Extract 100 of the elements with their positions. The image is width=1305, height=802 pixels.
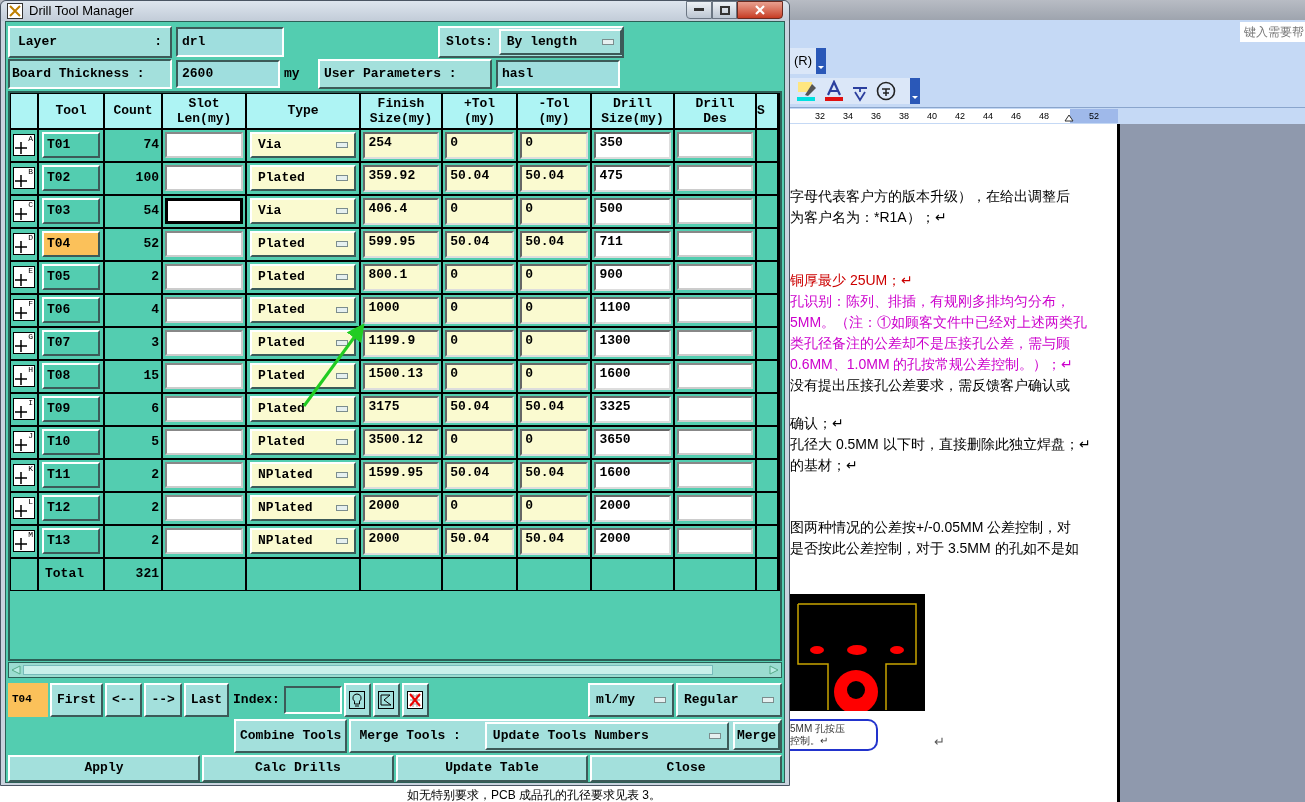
plus-tolerance-field[interactable]: 50.04: [445, 527, 514, 555]
plus-tolerance-field[interactable]: 0: [445, 494, 514, 522]
expand-button[interactable]: D: [13, 233, 35, 255]
tool-button[interactable]: T08: [42, 363, 100, 389]
navigation-button[interactable]: <--: [105, 682, 143, 717]
plus-tolerance-field[interactable]: 0: [445, 197, 514, 225]
minus-tolerance-field[interactable]: 50.04: [520, 230, 588, 258]
plus-tolerance-field[interactable]: 0: [445, 329, 514, 357]
type-dropdown[interactable]: Via: [250, 132, 356, 158]
finish-size-field[interactable]: 2000: [363, 494, 439, 522]
user-parameters-button[interactable]: User Parameters :: [318, 58, 492, 89]
tool-button[interactable]: T05: [42, 264, 100, 290]
plus-tolerance-field[interactable]: 50.04: [445, 230, 514, 258]
slot-length-field[interactable]: [165, 165, 243, 191]
expand-button[interactable]: E: [13, 266, 35, 288]
expand-button[interactable]: H: [13, 365, 35, 387]
dialog-button[interactable]: Close: [590, 754, 782, 782]
finish-size-field[interactable]: 1500.13: [363, 362, 439, 390]
tool-button[interactable]: T11: [42, 462, 100, 488]
slot-length-field[interactable]: [165, 528, 243, 554]
drill-size-field[interactable]: 2000: [594, 527, 671, 555]
type-dropdown[interactable]: Plated: [250, 165, 356, 191]
horizontal-scrollbar[interactable]: [8, 661, 782, 678]
dialog-button[interactable]: Calc Drills: [202, 754, 394, 782]
drill-size-field[interactable]: 1100: [594, 296, 671, 324]
dialog-button[interactable]: Update Table: [396, 754, 588, 782]
expand-button[interactable]: G: [13, 332, 35, 354]
drill-size-field[interactable]: 3325: [594, 395, 671, 423]
plus-tolerance-field[interactable]: 50.04: [445, 164, 514, 192]
combine-tools-button[interactable]: Combine Tools: [234, 718, 348, 753]
plus-tolerance-field[interactable]: 50.04: [445, 395, 514, 423]
finish-size-field[interactable]: 359.92: [363, 164, 439, 192]
slot-length-field[interactable]: [165, 330, 243, 356]
finish-size-field[interactable]: 3500.12: [363, 428, 439, 456]
tool-button[interactable]: T07: [42, 330, 100, 356]
minus-tolerance-field[interactable]: 50.04: [520, 164, 588, 192]
plus-tolerance-field[interactable]: 0: [445, 296, 514, 324]
type-dropdown[interactable]: Plated: [250, 429, 356, 455]
maximize-button[interactable]: [712, 1, 737, 19]
slot-length-field[interactable]: [165, 462, 243, 488]
expand-button[interactable]: L: [13, 497, 35, 519]
tool-button[interactable]: T02: [42, 165, 100, 191]
finish-size-field[interactable]: 1199.9: [363, 329, 439, 357]
drill-description-field[interactable]: [677, 264, 753, 290]
slot-length-field[interactable]: [165, 429, 243, 455]
slot-length-field[interactable]: [165, 264, 243, 290]
plus-tolerance-field[interactable]: 0: [445, 428, 514, 456]
type-dropdown[interactable]: Plated: [250, 396, 356, 422]
minimize-button[interactable]: [686, 1, 712, 19]
drill-size-field[interactable]: 475: [594, 164, 671, 192]
expand-button[interactable]: F: [13, 299, 35, 321]
plus-tolerance-field[interactable]: 0: [445, 263, 514, 291]
merge-button[interactable]: Merge: [733, 721, 780, 750]
slot-length-field[interactable]: [165, 297, 243, 323]
drill-size-field[interactable]: 1600: [594, 461, 671, 489]
tool-button[interactable]: T06: [42, 297, 100, 323]
finish-size-field[interactable]: 3175: [363, 395, 439, 423]
expand-button[interactable]: J: [13, 431, 35, 453]
minus-tolerance-field[interactable]: 50.04: [520, 461, 588, 489]
drill-size-field[interactable]: 350: [594, 131, 671, 159]
expand-button[interactable]: C: [13, 200, 35, 222]
drill-size-field[interactable]: 1300: [594, 329, 671, 357]
slot-length-field[interactable]: [165, 231, 243, 257]
expand-button[interactable]: I: [13, 398, 35, 420]
drill-description-field[interactable]: [677, 495, 753, 521]
type-dropdown[interactable]: NPlated: [250, 495, 356, 521]
finish-size-field[interactable]: 1000: [363, 296, 439, 324]
slot-length-field[interactable]: [165, 396, 243, 422]
drill-description-field[interactable]: [677, 231, 753, 257]
plus-tolerance-field[interactable]: 50.04: [445, 461, 514, 489]
drill-description-field[interactable]: [677, 462, 753, 488]
drill-description-field[interactable]: [677, 297, 753, 323]
tool-button[interactable]: T04: [42, 231, 100, 257]
drill-description-field[interactable]: [677, 330, 753, 356]
mode-dropdown[interactable]: Regular: [676, 682, 782, 717]
expand-button[interactable]: B: [13, 167, 35, 189]
layer-field[interactable]: drl: [176, 26, 284, 57]
dialog-button[interactable]: Apply: [8, 754, 200, 782]
drill-description-field[interactable]: [677, 528, 753, 554]
type-dropdown[interactable]: Via: [250, 198, 356, 224]
tool-button[interactable]: T03: [42, 198, 100, 224]
tool-button[interactable]: T10: [42, 429, 100, 455]
minus-tolerance-field[interactable]: 0: [520, 362, 588, 390]
plus-tolerance-field[interactable]: 0: [445, 131, 514, 159]
finish-size-field[interactable]: 800.1: [363, 263, 439, 291]
tool-button[interactable]: T12: [42, 495, 100, 521]
drill-description-field[interactable]: [677, 165, 753, 191]
layer-button[interactable]: Layer :: [8, 25, 172, 58]
close-button[interactable]: [737, 1, 783, 19]
tool-button[interactable]: T09: [42, 396, 100, 422]
expand-button[interactable]: M: [13, 530, 35, 552]
drill-size-field[interactable]: 3650: [594, 428, 671, 456]
board-thickness-field[interactable]: 2600: [176, 59, 280, 88]
user-parameters-field[interactable]: hasl: [496, 59, 620, 88]
merge-option-dropdown[interactable]: Update Tools Numbers: [484, 721, 729, 750]
tool-button[interactable]: T01: [42, 132, 100, 158]
plus-tolerance-field[interactable]: 0: [445, 362, 514, 390]
minus-tolerance-field[interactable]: 0: [520, 263, 588, 291]
toolbar-button[interactable]: [372, 682, 400, 717]
minus-tolerance-field[interactable]: 0: [520, 494, 588, 522]
